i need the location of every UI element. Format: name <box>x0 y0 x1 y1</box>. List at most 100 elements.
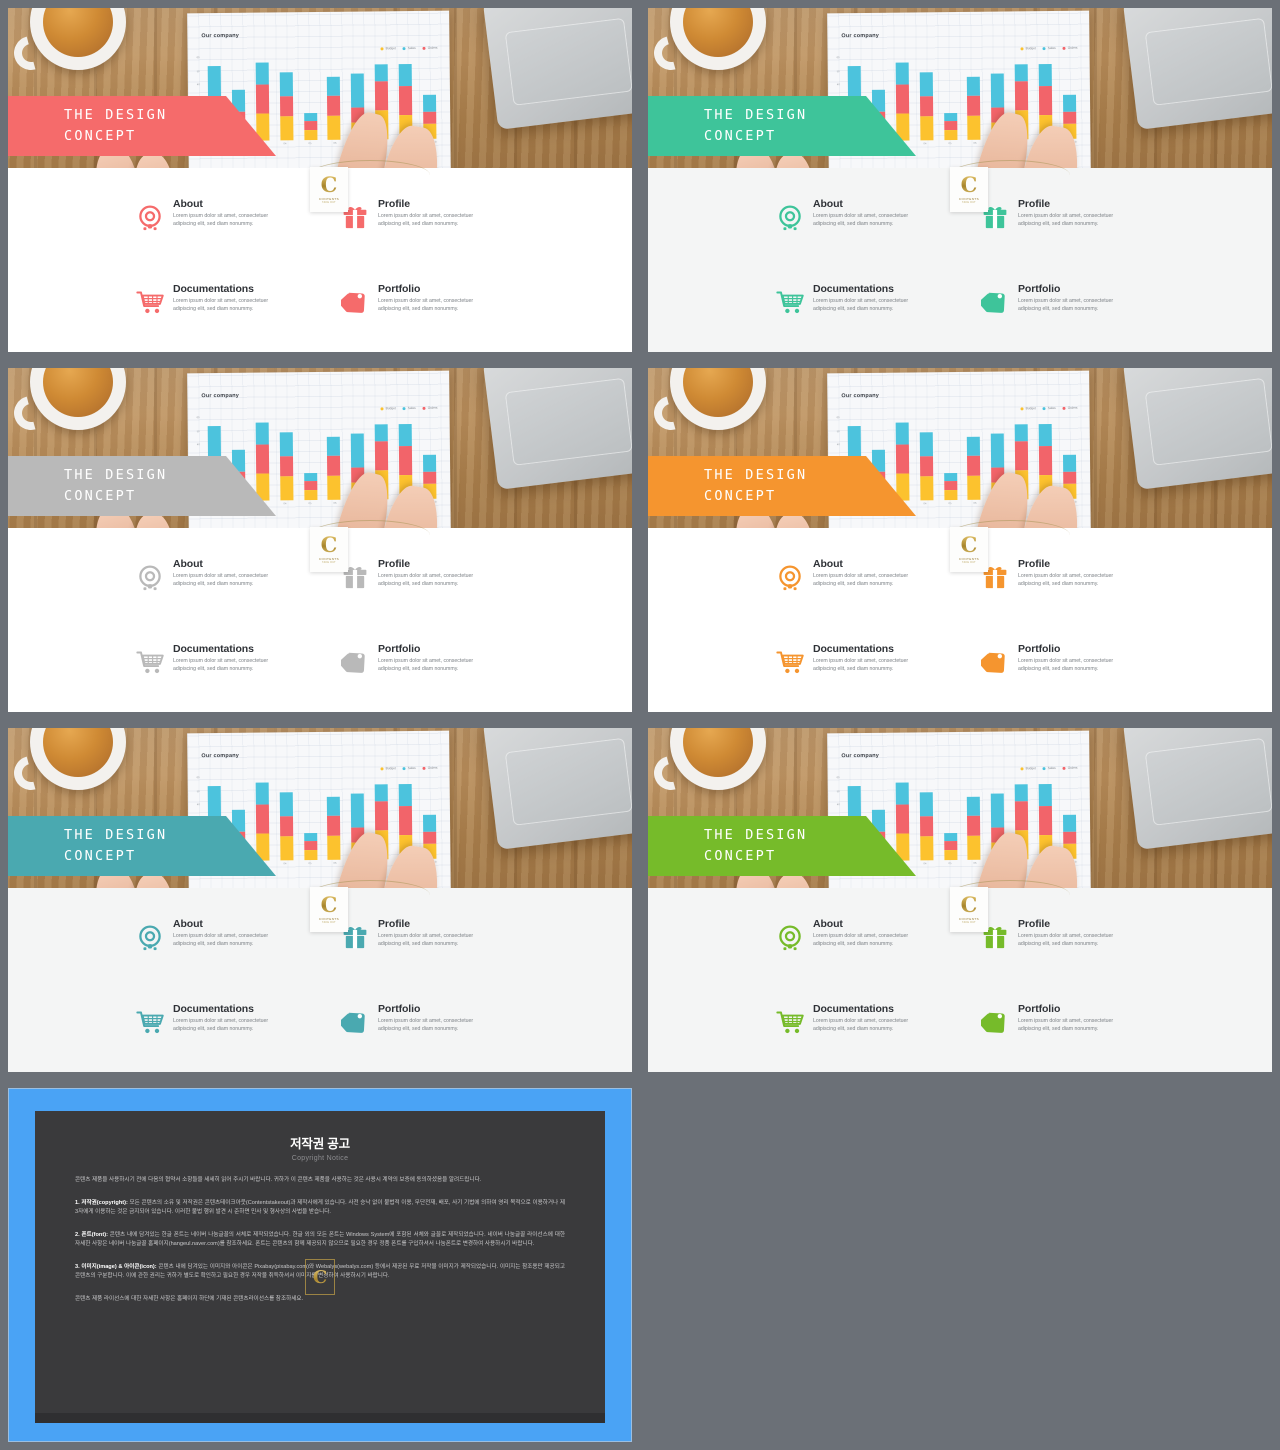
feature-description: Lorem ipsum dolor sit amet, consectetuer… <box>378 213 474 227</box>
feature-item-portfolio[interactable]: Portfolio Lorem ipsum dolor sit amet, con… <box>979 1003 1156 1038</box>
feature-description: Lorem ipsum dolor sit amet, consectetuer… <box>1018 213 1114 227</box>
chart-bar-segment <box>1063 832 1077 845</box>
chart-bar <box>919 72 934 141</box>
feature-item-portfolio[interactable]: Portfolio Lorem ipsum dolor sit amet, con… <box>339 1003 516 1038</box>
chart-bar-segment <box>1014 80 1029 111</box>
feature-title: About <box>813 918 843 930</box>
legend-swatch-sales <box>402 766 406 770</box>
chart-bar-segment <box>374 63 388 82</box>
feature-icon-wrap <box>339 288 369 318</box>
chart-bar-segment <box>1038 423 1052 446</box>
chart-bar-segment <box>255 84 269 114</box>
feature-item-profile[interactable]: Profile Lorem ipsum dolor sit amet, conse… <box>341 198 516 233</box>
chart-bar-segment <box>327 456 341 476</box>
watermark-name: CONTENTS <box>958 557 980 561</box>
copyright-subtitle: Copyright Notice <box>291 1155 349 1162</box>
legend-label-orders: Orders <box>427 45 438 50</box>
copyright-section-1: 1. 저작권(copyright): 모든 콘텐츠의 소유 및 저작권은 콘텐츠… <box>75 1199 565 1217</box>
chart-bar-segment <box>351 793 365 829</box>
slide-cell[interactable]: Our company Budget Sales Orders 60504030… <box>0 720 640 1080</box>
chart-bar <box>943 113 957 141</box>
feature-item-profile[interactable]: Profile Lorem ipsum dolor sit amet, conse… <box>341 918 516 953</box>
feature-item-documentations[interactable]: Documentations Lorem ipsum dolor sit amet… <box>776 643 981 678</box>
chart-bar-segment <box>1038 85 1053 115</box>
feature-item-profile[interactable]: Profile Lorem ipsum dolor sit amet, conse… <box>981 198 1156 233</box>
chart-bar-segment <box>279 72 293 97</box>
feature-description: Lorem ipsum dolor sit amet, consectetuer… <box>813 573 909 587</box>
feature-icon-wrap <box>136 288 164 318</box>
feature-title: Documentations <box>173 1003 254 1015</box>
price-tag-icon <box>979 292 1005 313</box>
feature-item-documentations[interactable]: Documentations Lorem ipsum dolor sit amet… <box>776 283 981 318</box>
feature-item-portfolio[interactable]: Portfolio Lorem ipsum dolor sit amet, con… <box>979 643 1156 678</box>
y-tick: 40 <box>836 83 840 87</box>
feature-item-documentations[interactable]: Documentations Lorem ipsum dolor sit amet… <box>136 643 341 678</box>
watermark-sub: TAKE OUT <box>962 202 976 204</box>
slide-preview-3[interactable]: Our company Budget Sales Orders 60504030… <box>8 368 632 712</box>
feature-item-profile[interactable]: Profile Lorem ipsum dolor sit amet, conse… <box>981 558 1156 593</box>
feature-item-portfolio[interactable]: Portfolio Lorem ipsum dolor sit amet, con… <box>339 283 516 318</box>
legend-label-orders: Orders <box>427 405 438 410</box>
shopping-cart-icon <box>136 291 164 314</box>
legend-swatch-sales <box>402 46 406 50</box>
chart-bar <box>303 833 317 861</box>
feature-item-documentations[interactable]: Documentations Lorem ipsum dolor sit amet… <box>136 283 341 318</box>
watermark-logo: C CONTENTS TAKE OUT <box>310 887 348 932</box>
slide-cell[interactable]: Our company Budget Sales Orders 60504030… <box>640 720 1280 1080</box>
feature-text: Profile Lorem ipsum dolor sit amet, conse… <box>1018 558 1136 593</box>
feature-item-portfolio[interactable]: Portfolio Lorem ipsum dolor sit amet, con… <box>979 283 1156 318</box>
feature-description: Lorem ipsum dolor sit amet, consectetuer… <box>173 1018 269 1032</box>
copyright-slide-cell[interactable]: 저작권 공고 Copyright Notice 콘텐츠 제품을 사용하시기 전에 다… <box>0 1080 640 1450</box>
feature-text: Profile Lorem ipsum dolor sit amet, conse… <box>378 918 496 953</box>
slide-cell[interactable]: Our company Budget Sales Orders 60504030… <box>0 360 640 720</box>
slide-preview-6[interactable]: Our company Budget Sales Orders 60504030… <box>648 728 1272 1072</box>
legend-swatch-sales <box>402 406 406 410</box>
chart-bar-segment <box>919 792 933 817</box>
feature-description: Lorem ipsum dolor sit amet, consectetuer… <box>1018 658 1114 672</box>
watermark-logo: C CONTENTS TAKE OUT <box>950 887 988 932</box>
chart-bar-segment <box>398 423 412 446</box>
feature-text: Portfolio Lorem ipsum dolor sit amet, con… <box>378 283 496 318</box>
y-tick: 50 <box>196 789 200 793</box>
watermark-letter: C <box>960 172 978 197</box>
chart-bar-segment <box>847 785 862 818</box>
slide-preview-2[interactable]: Our company Budget Sales Orders 60504030… <box>648 8 1272 352</box>
feature-text: Profile Lorem ipsum dolor sit amet, conse… <box>378 558 496 593</box>
x-tick: 06 <box>973 861 977 865</box>
chart-bar-segment <box>1014 423 1028 442</box>
slide-cell[interactable]: Our company Budget Sales Orders 60504030… <box>640 360 1280 720</box>
feature-item-portfolio[interactable]: Portfolio Lorem ipsum dolor sit amet, con… <box>339 643 516 678</box>
feature-item-profile[interactable]: Profile Lorem ipsum dolor sit amet, conse… <box>341 558 516 593</box>
legend-swatch-orders <box>1062 46 1066 50</box>
chart-legend: Budget Sales Orders <box>1020 766 1078 771</box>
feature-icon-wrap <box>776 203 804 233</box>
copyright-title: 저작권 공고 <box>290 1137 350 1151</box>
feature-description: Lorem ipsum dolor sit amet, consectetuer… <box>1018 298 1114 312</box>
feature-item-documentations[interactable]: Documentations Lorem ipsum dolor sit amet… <box>776 1003 981 1038</box>
chart-bar-segment <box>303 850 317 861</box>
chart-bar-segment <box>279 816 293 837</box>
slide-preview-1[interactable]: Our company Budget Sales Orders 60504030… <box>8 8 632 352</box>
slide-cell[interactable]: Our company Budget Sales Orders 60504030… <box>0 0 640 360</box>
feature-text: About Lorem ipsum dolor sit amet, consect… <box>173 558 291 593</box>
paper-chart-title: Our company <box>201 392 240 400</box>
copyright-footer: 콘텐츠 제품 라이선스에 대한 자세한 사항은 홈페이지 하단에 기재된 콘텐츠… <box>75 1296 304 1302</box>
slide-cell[interactable]: Our company Budget Sales Orders 60504030… <box>640 0 1280 360</box>
legend-label-sales: Sales <box>1047 45 1056 51</box>
chart-bar-segment <box>943 120 957 131</box>
legend-label-budget: Budget <box>1025 46 1036 51</box>
feature-text: Documentations Lorem ipsum dolor sit amet… <box>813 1003 931 1038</box>
chart-bar-segment <box>895 84 909 114</box>
laptop-icon <box>1122 8 1272 130</box>
feature-title: Documentations <box>813 643 894 655</box>
slide-preview-4[interactable]: Our company Budget Sales Orders 60504030… <box>648 368 1272 712</box>
feature-item-profile[interactable]: Profile Lorem ipsum dolor sit amet, conse… <box>981 918 1156 953</box>
feature-description: Lorem ipsum dolor sit amet, consectetuer… <box>173 658 269 672</box>
watermark-logo: C <box>305 1259 335 1295</box>
chart-bar <box>255 422 270 501</box>
chart-bar-segment <box>327 816 341 836</box>
copyright-slide[interactable]: 저작권 공고 Copyright Notice 콘텐츠 제품을 사용하시기 전에 다… <box>8 1088 632 1442</box>
feature-item-documentations[interactable]: Documentations Lorem ipsum dolor sit amet… <box>136 1003 341 1038</box>
chart-bar-segment <box>919 816 933 837</box>
slide-preview-5[interactable]: Our company Budget Sales Orders 60504030… <box>8 728 632 1072</box>
